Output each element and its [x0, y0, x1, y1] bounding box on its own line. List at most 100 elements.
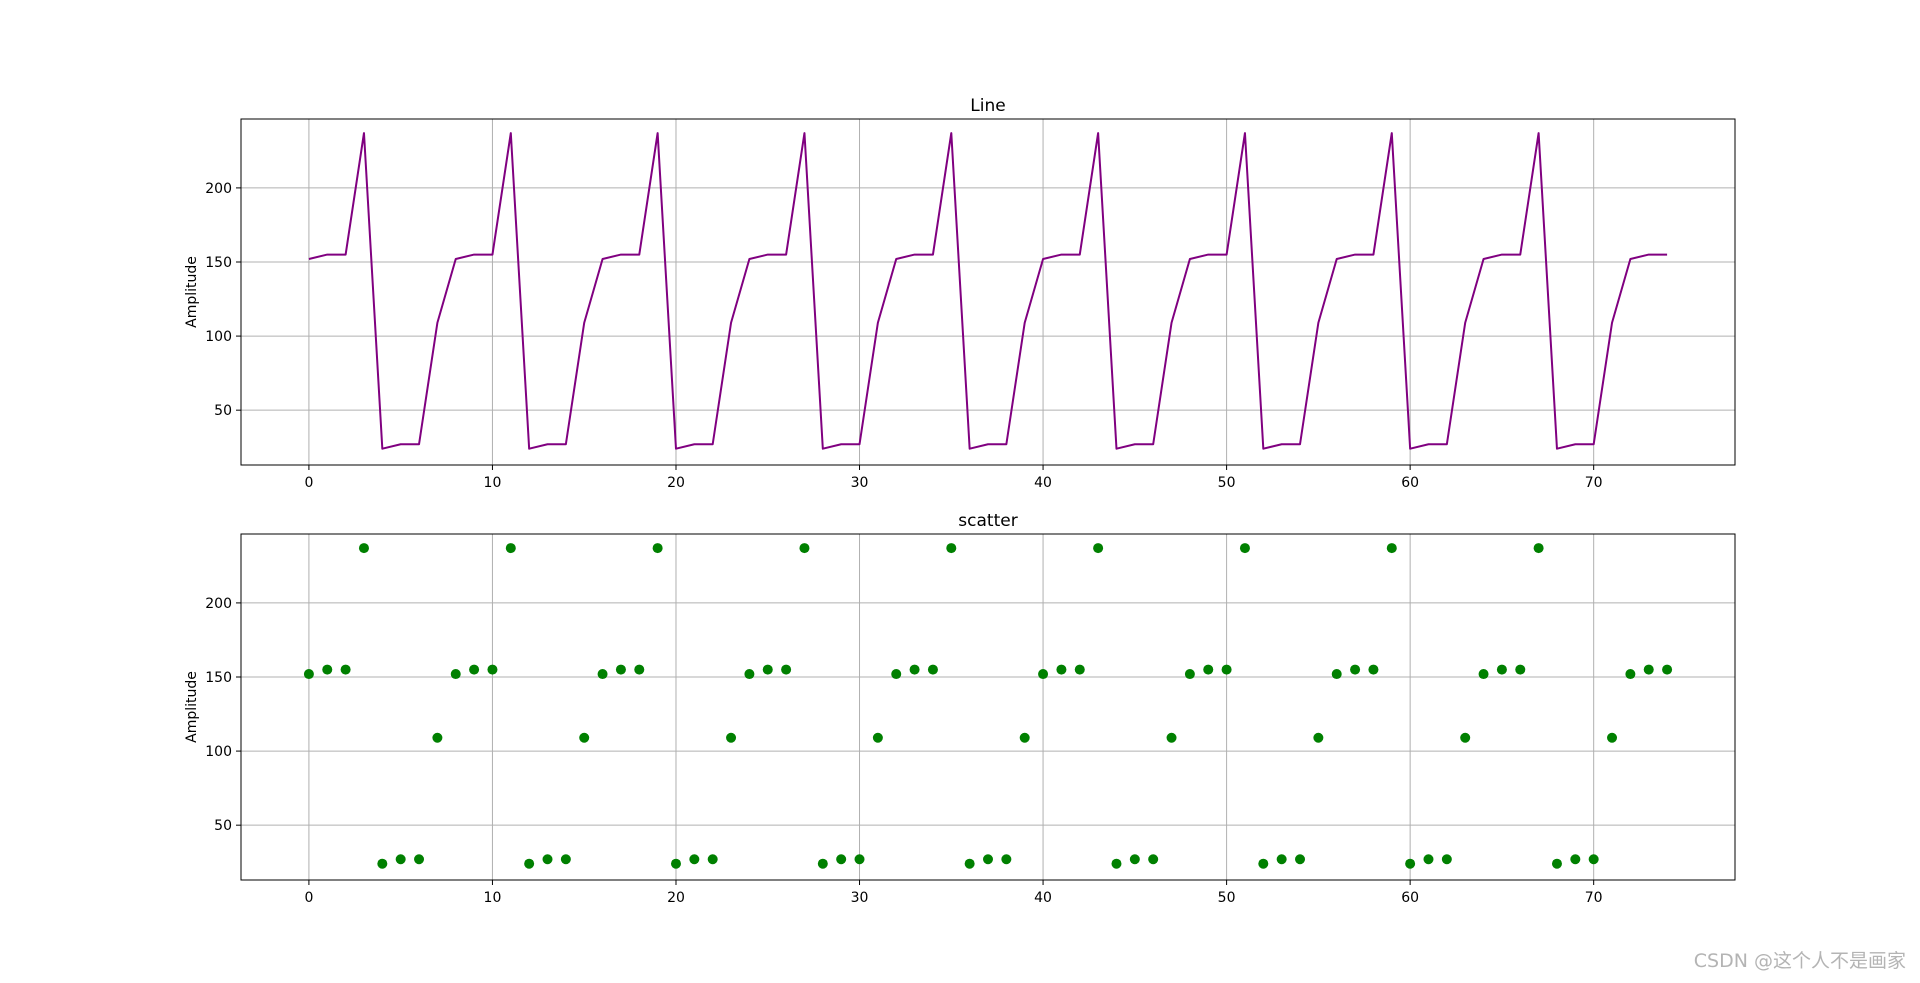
data-point [1056, 664, 1067, 675]
chart-panel-scatter: 0 10 20 30 40 50 60 70 50 100 150 200 scatter Amplitu… [184, 511, 1736, 906]
x-tick-label: 70 [1585, 890, 1603, 906]
data-point [927, 664, 938, 675]
chart-title: scatter [958, 511, 1017, 531]
data-point [303, 669, 314, 680]
data-point [1551, 858, 1562, 869]
x-tick-label: 60 [1401, 890, 1419, 906]
data-point [744, 669, 755, 680]
x-tick-label: 40 [1034, 475, 1052, 491]
watermark: CSDN @这个人不是画家 [1693, 950, 1906, 972]
figure: 0 10 20 30 40 50 60 70 50 100 150 200 Line Amplitude 0… [184, 96, 1736, 906]
data-point [1496, 664, 1507, 675]
data-point [836, 854, 847, 865]
data-point [964, 858, 975, 869]
data-point [505, 543, 516, 554]
data-point [450, 669, 461, 680]
data-point [542, 854, 553, 865]
data-point [1478, 669, 1489, 680]
data-point [689, 854, 700, 865]
data-point [1423, 854, 1434, 865]
data-point [1662, 664, 1673, 675]
x-tick-label: 10 [484, 475, 502, 491]
data-point [1386, 543, 1397, 554]
data-point [615, 664, 626, 675]
data-point [1038, 669, 1049, 680]
data-point [670, 858, 681, 869]
y-axis-label: Amplitude [184, 256, 200, 328]
y-tick-label: 100 [205, 329, 232, 345]
data-point [1588, 854, 1599, 865]
data-point [652, 543, 663, 554]
data-point [817, 858, 828, 869]
data-point [799, 543, 810, 554]
data-point [1074, 664, 1085, 675]
data-point [1295, 854, 1306, 865]
y-tick-label: 150 [205, 670, 232, 686]
data-point [1111, 858, 1122, 869]
data-point [377, 858, 388, 869]
data-point [524, 858, 535, 869]
x-tick-label: 30 [851, 890, 869, 906]
data-point [891, 669, 902, 680]
data-point [1001, 854, 1012, 865]
data-point [909, 664, 920, 675]
y-tick-label: 150 [205, 255, 232, 271]
axes-frame [240, 533, 1736, 881]
data-point [1533, 543, 1544, 554]
chart-panel-line: 0 10 20 30 40 50 60 70 50 100 150 200 Line Amplitude [184, 96, 1736, 491]
data-point [1276, 854, 1287, 865]
x-tick-label: 20 [667, 890, 685, 906]
data-point [340, 664, 351, 675]
data-point [1643, 664, 1654, 675]
data-point [432, 732, 443, 743]
x-tick-label: 30 [851, 475, 869, 491]
y-tick-label: 100 [205, 744, 232, 760]
y-tick-label: 200 [205, 181, 232, 197]
x-tick-label: 40 [1034, 890, 1052, 906]
data-point [1258, 858, 1269, 869]
data-point [1460, 732, 1471, 743]
y-tick-label: 50 [214, 403, 232, 419]
x-tick-label: 50 [1218, 475, 1236, 491]
data-point [854, 854, 865, 865]
data-point [1331, 669, 1342, 680]
data-point [634, 664, 645, 675]
chart-title: Line [970, 96, 1005, 116]
data-point [322, 664, 333, 675]
y-axis-label: Amplitude [184, 671, 200, 743]
data-point [1368, 664, 1379, 675]
data-point [1221, 664, 1232, 675]
x-tick-label: 10 [484, 890, 502, 906]
data-point [1350, 664, 1361, 675]
data-point [1607, 732, 1618, 743]
data-point [1441, 854, 1452, 865]
x-tick-label: 0 [304, 475, 313, 491]
data-point [1405, 858, 1416, 869]
data-point [1203, 664, 1214, 675]
x-tick-label: 50 [1218, 890, 1236, 906]
x-tick-label: 20 [667, 475, 685, 491]
data-point [414, 854, 425, 865]
axes-frame [240, 118, 1736, 466]
x-tick-label: 60 [1401, 475, 1419, 491]
data-point [579, 732, 590, 743]
data-point [1570, 854, 1581, 865]
data-point [597, 669, 608, 680]
data-point [1239, 543, 1250, 554]
data-point [395, 854, 406, 865]
y-tick-label: 200 [205, 596, 232, 612]
data-point [781, 664, 792, 675]
data-point [560, 854, 571, 865]
data-point [469, 664, 480, 675]
data-point [358, 543, 369, 554]
data-point [1019, 732, 1030, 743]
data-point [1313, 732, 1324, 743]
data-point [1129, 854, 1140, 865]
data-point [1184, 669, 1195, 680]
data-point [726, 732, 737, 743]
x-tick-label: 0 [304, 890, 313, 906]
data-point [1148, 854, 1159, 865]
series-line [308, 132, 1668, 450]
data-point [946, 543, 957, 554]
data-point [707, 854, 718, 865]
